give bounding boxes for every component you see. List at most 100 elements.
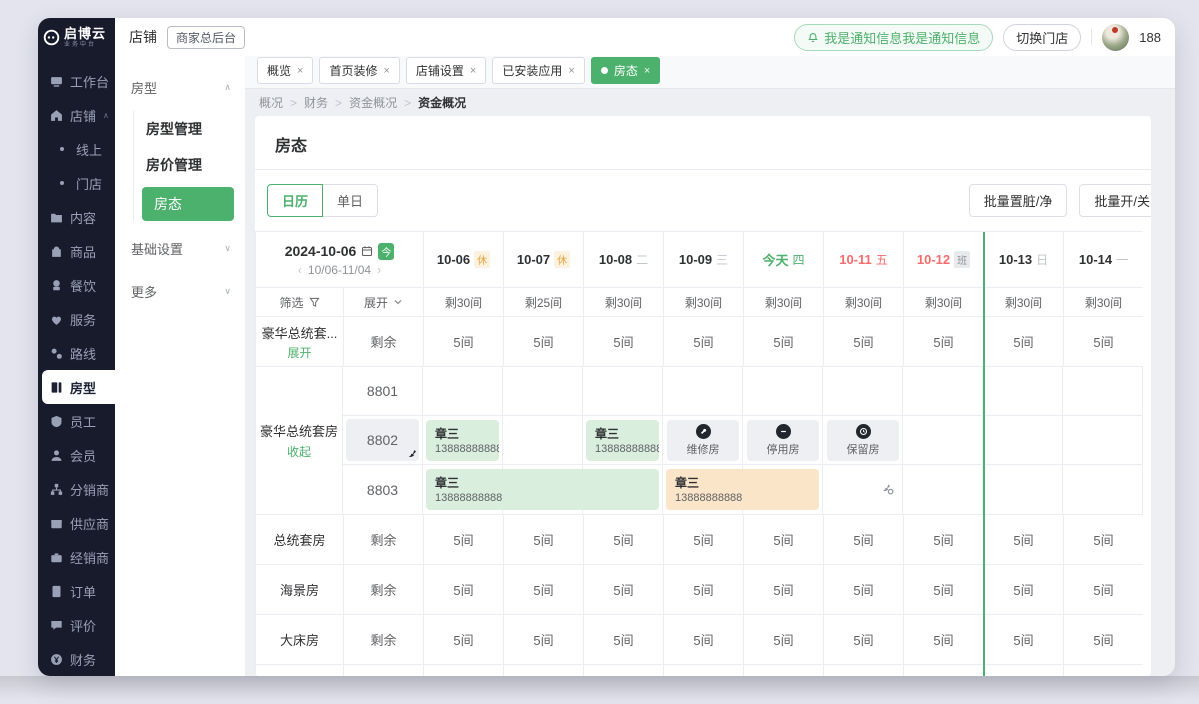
username[interactable]: 188 (1139, 30, 1161, 45)
date-column-10-06[interactable]: 10-06休 (424, 232, 504, 287)
current-date[interactable]: 2024-10-06 (285, 243, 357, 259)
availability-cell[interactable]: 5间 (744, 317, 824, 366)
sidebar-item-工作台[interactable]: 工作台 (38, 64, 115, 98)
notification-pill[interactable]: 我是通知信息我是通知信息 (794, 24, 993, 51)
next-range-icon[interactable]: › (377, 263, 381, 277)
status-cell-维修房[interactable]: 维修房 (667, 420, 739, 461)
availability-cell[interactable]: 5间 (504, 665, 584, 676)
tab-close-icon[interactable]: × (644, 65, 650, 77)
booking-chip[interactable]: 章三13888888888 (426, 420, 499, 461)
date-column-10-07[interactable]: 10-07休 (504, 232, 584, 287)
submenu-item-房态[interactable]: 房态 (142, 187, 234, 221)
grid-cell[interactable] (583, 367, 663, 415)
booking-chip[interactable]: 章三13888888888 (586, 420, 659, 461)
batch-clean-button[interactable]: 批量置脏/净 (969, 184, 1068, 217)
availability-cell[interactable]: 5间 (744, 565, 824, 614)
date-column-10-09[interactable]: 10-09三 (664, 232, 744, 287)
availability-cell[interactable]: 5间 (984, 515, 1064, 564)
availability-cell[interactable]: 5间 (424, 615, 504, 664)
room-number-cell[interactable]: 8803 (343, 465, 423, 514)
date-column-10-11[interactable]: 10-11五 (824, 232, 904, 287)
status-cell-停用房[interactable]: 停用房 (747, 420, 819, 461)
collapse-link[interactable]: 收起 (287, 443, 311, 460)
booking-chip[interactable]: 章三13888888888 (426, 469, 659, 510)
availability-cell[interactable]: 5间 (1064, 515, 1143, 564)
prev-range-icon[interactable]: ‹ (298, 263, 302, 277)
submenu-footer-基础设置[interactable]: 基础设置∨ (131, 227, 231, 270)
submenu-item-房价管理[interactable]: 房价管理 (146, 147, 231, 183)
room-type-cell[interactable]: 标间 (256, 665, 344, 676)
room-type-cell[interactable]: 海景房 (256, 565, 344, 614)
sidebar-item-路线[interactable]: 路线 (38, 336, 115, 370)
availability-cell[interactable]: 5间 (744, 515, 824, 564)
availability-cell[interactable]: 5间 (824, 515, 904, 564)
date-column-10-13[interactable]: 10-13日 (984, 232, 1064, 287)
date-column-10-12[interactable]: 10-12班 (904, 232, 984, 287)
availability-cell[interactable]: 5间 (984, 565, 1064, 614)
submenu-item-房型管理[interactable]: 房型管理 (146, 111, 231, 147)
availability-cell[interactable]: 5间 (424, 515, 504, 564)
availability-cell[interactable]: 5间 (504, 615, 584, 664)
availability-cell[interactable]: 5间 (984, 317, 1064, 366)
availability-cell[interactable]: 5间 (664, 515, 744, 564)
availability-cell[interactable]: 5间 (744, 615, 824, 664)
booking-chip[interactable]: 章三13888888888 (666, 469, 819, 510)
switch-store-button[interactable]: 切换门店 (1003, 24, 1081, 51)
sidebar-item-门店[interactable]: 门店 (38, 166, 115, 200)
room-type-cell[interactable]: 豪华总统套...展开 (256, 317, 344, 366)
availability-cell[interactable]: 5间 (504, 515, 584, 564)
breadcrumb-item[interactable]: 概况 (259, 94, 283, 111)
date-column-今天[interactable]: 今天四 (744, 232, 824, 287)
grid-cell[interactable] (503, 416, 583, 464)
availability-cell[interactable]: 5间 (584, 515, 664, 564)
availability-cell[interactable]: 5间 (584, 615, 664, 664)
availability-cell[interactable]: 5间 (904, 515, 984, 564)
grid-cell[interactable] (983, 367, 1063, 415)
expand-cell[interactable]: 展开 (344, 288, 424, 316)
grid-cell[interactable] (1063, 367, 1143, 415)
sidebar-item-财务[interactable]: 财务 (38, 642, 115, 676)
sidebar-item-会员[interactable]: 会员 (38, 438, 115, 472)
availability-cell[interactable]: 5间 (824, 565, 904, 614)
availability-cell[interactable]: 5间 (904, 317, 984, 366)
sidebar-item-服务[interactable]: 服务 (38, 302, 115, 336)
availability-cell[interactable]: 5间 (664, 317, 744, 366)
tab-概览[interactable]: 概览× (257, 57, 313, 84)
sidebar-item-经销商[interactable]: 经销商 (38, 540, 115, 574)
availability-cell[interactable]: 5间 (904, 665, 984, 676)
availability-cell[interactable]: 5间 (984, 665, 1064, 676)
calendar-view-button[interactable]: 日历 (267, 184, 323, 217)
date-column-10-08[interactable]: 10-08二 (584, 232, 664, 287)
grid-cell[interactable] (983, 465, 1063, 514)
availability-cell[interactable]: 5间 (984, 615, 1064, 664)
calendar-icon[interactable] (361, 245, 373, 257)
status-cell-保留房[interactable]: 保留房 (827, 420, 899, 461)
grid-cell[interactable] (423, 367, 503, 415)
batch-open-close-button[interactable]: 批量开/关 (1079, 184, 1151, 217)
availability-cell[interactable]: 5间 (1064, 317, 1143, 366)
sidebar-item-评价[interactable]: 评价 (38, 608, 115, 642)
availability-cell[interactable]: 5间 (904, 615, 984, 664)
single-day-view-button[interactable]: 单日 (323, 184, 378, 217)
tab-close-icon[interactable]: × (297, 65, 303, 77)
sidebar-item-餐饮[interactable]: 餐饮 (38, 268, 115, 302)
grid-cell[interactable] (903, 416, 983, 464)
sidebar-item-分销商[interactable]: 分销商 (38, 472, 115, 506)
sidebar-item-订单[interactable]: 订单 (38, 574, 115, 608)
availability-cell[interactable]: 5间 (424, 565, 504, 614)
availability-cell[interactable]: 5间 (664, 665, 744, 676)
availability-cell[interactable]: 5间 (504, 565, 584, 614)
room-number-cell[interactable]: 8802 (343, 416, 423, 464)
availability-cell[interactable]: 5间 (1064, 665, 1143, 676)
availability-cell[interactable]: 5间 (424, 317, 504, 366)
availability-cell[interactable]: 5间 (664, 615, 744, 664)
grid-cell[interactable] (1063, 465, 1143, 514)
tab-close-icon[interactable]: × (470, 65, 476, 77)
sidebar-item-房型[interactable]: 房型 (42, 370, 115, 404)
tab-店铺设置[interactable]: 店铺设置× (406, 57, 486, 84)
availability-cell[interactable]: 5间 (584, 665, 664, 676)
availability-cell[interactable]: 5间 (504, 317, 584, 366)
grid-cell[interactable] (823, 367, 903, 415)
grid-cell[interactable] (903, 465, 983, 514)
store-menu[interactable]: 店铺 (129, 27, 157, 47)
